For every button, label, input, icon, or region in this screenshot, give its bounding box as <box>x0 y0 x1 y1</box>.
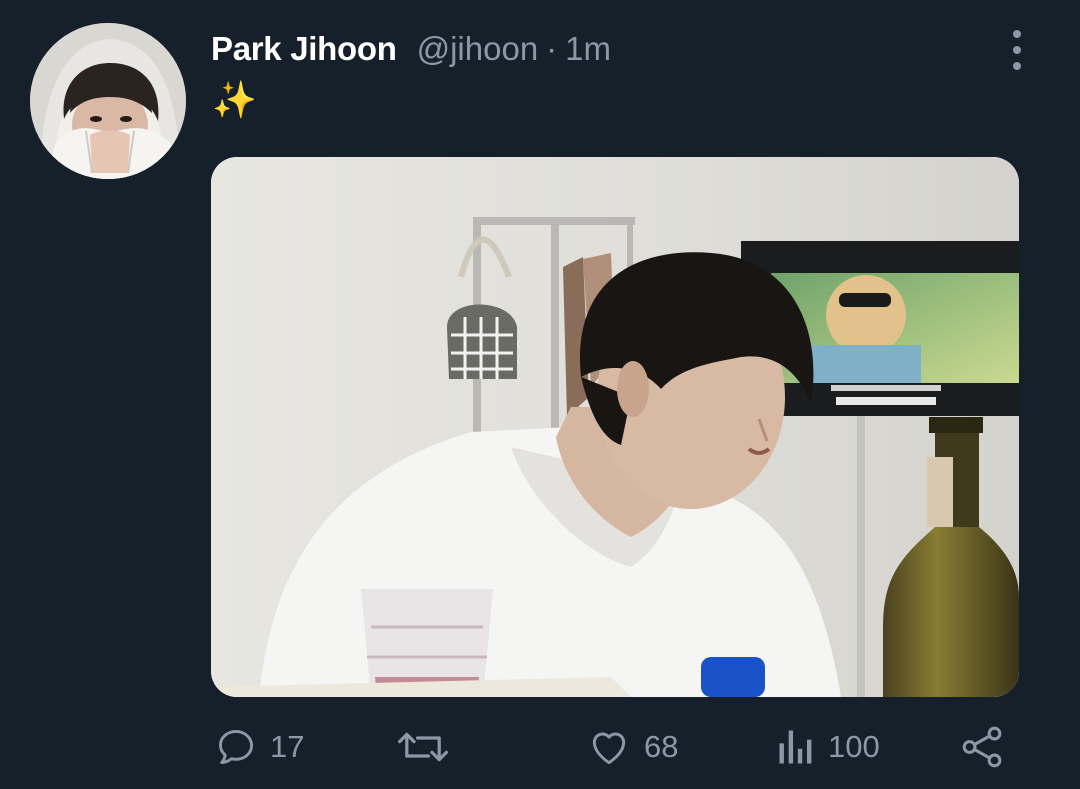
display-name[interactable]: Park Jihoon <box>211 30 397 68</box>
tweet-actions-bar: 17 68 100 <box>0 718 1080 776</box>
tweet-header: Park Jihoon @jihoon · 1m <box>211 30 611 76</box>
views-button[interactable]: 100 <box>776 718 880 776</box>
like-count: 68 <box>644 729 679 764</box>
reply-count: 17 <box>270 729 305 764</box>
user-handle[interactable]: @jihoon <box>417 30 539 68</box>
speech-bubble-icon <box>218 729 254 765</box>
retweet-button[interactable] <box>396 718 462 776</box>
photo <box>211 157 1019 697</box>
tweet-media-image[interactable] <box>211 157 1019 697</box>
retweet-icon <box>397 732 449 762</box>
like-button[interactable]: 68 <box>586 718 678 776</box>
tweet-timestamp[interactable]: 1m <box>565 30 611 68</box>
vertical-dots-icon <box>1013 30 1021 38</box>
avatar-image <box>30 23 186 179</box>
avatar[interactable] <box>30 23 186 179</box>
tweet-text: ✨ <box>212 79 257 120</box>
separator-dot: · <box>546 30 558 67</box>
tweet: Park Jihoon @jihoon · 1m ✨ 17 68 100 <box>0 0 1080 789</box>
bar-chart-icon <box>779 730 812 764</box>
views-count: 100 <box>828 729 880 764</box>
heart-icon <box>592 732 626 765</box>
share-icon <box>962 726 1002 768</box>
share-button[interactable] <box>960 718 1006 776</box>
more-options-button[interactable] <box>1004 30 1030 70</box>
reply-button[interactable]: 17 <box>214 718 304 776</box>
